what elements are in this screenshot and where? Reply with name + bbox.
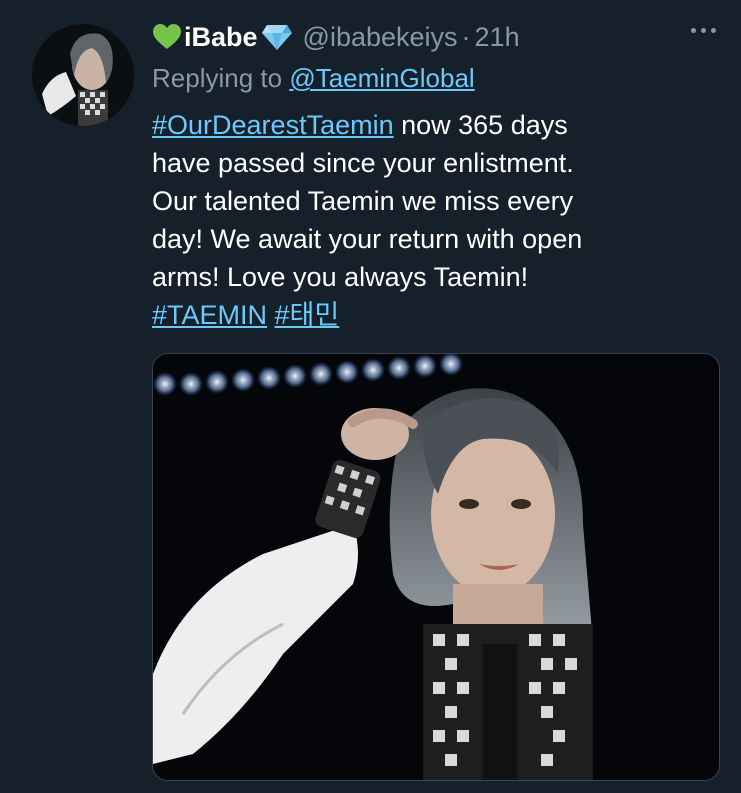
tweet-photo[interactable] xyxy=(152,353,720,781)
tweet[interactable]: iBabe @ibabekeiys · 21h Replying to @Tae… xyxy=(0,0,741,793)
hashtag-korean[interactable]: #태민 xyxy=(275,300,340,330)
separator-dot: · xyxy=(461,21,471,52)
gem-icon xyxy=(261,23,293,51)
tweet-content: iBabe @ibabekeiys · 21h Replying to @Tae… xyxy=(152,14,722,334)
tweet-text-line3: Our talented Taemin we miss every xyxy=(152,186,574,216)
user-handle[interactable]: @ibabekeiys xyxy=(303,22,458,53)
tweet-text-line1: now 365 days xyxy=(393,110,568,140)
tweet-header: iBabe @ibabekeiys · 21h xyxy=(152,14,722,60)
mention-link[interactable]: @TaeminGlobal xyxy=(289,63,474,93)
avatar[interactable] xyxy=(32,24,134,126)
tweet-text: #OurDearestTaemin now 365 days have pass… xyxy=(152,106,712,334)
display-name[interactable]: iBabe xyxy=(184,22,258,53)
hashtag-taemin[interactable]: #TAEMIN xyxy=(152,300,267,330)
green-heart-icon xyxy=(152,23,182,51)
tweet-text-line5: arms! Love you always Taemin! xyxy=(152,262,529,292)
tweet-text-line4: day! We await your return with open xyxy=(152,224,583,254)
tweet-text-line2: have passed since your enlistment. xyxy=(152,148,574,178)
timestamp[interactable]: 21h xyxy=(475,22,520,53)
replying-to: Replying to @TaeminGlobal xyxy=(152,60,722,96)
replying-to-label: Replying to xyxy=(152,63,283,93)
more-icon[interactable] xyxy=(691,28,716,33)
hashtag-ourdearesttaemin[interactable]: #OurDearestTaemin xyxy=(152,110,394,140)
